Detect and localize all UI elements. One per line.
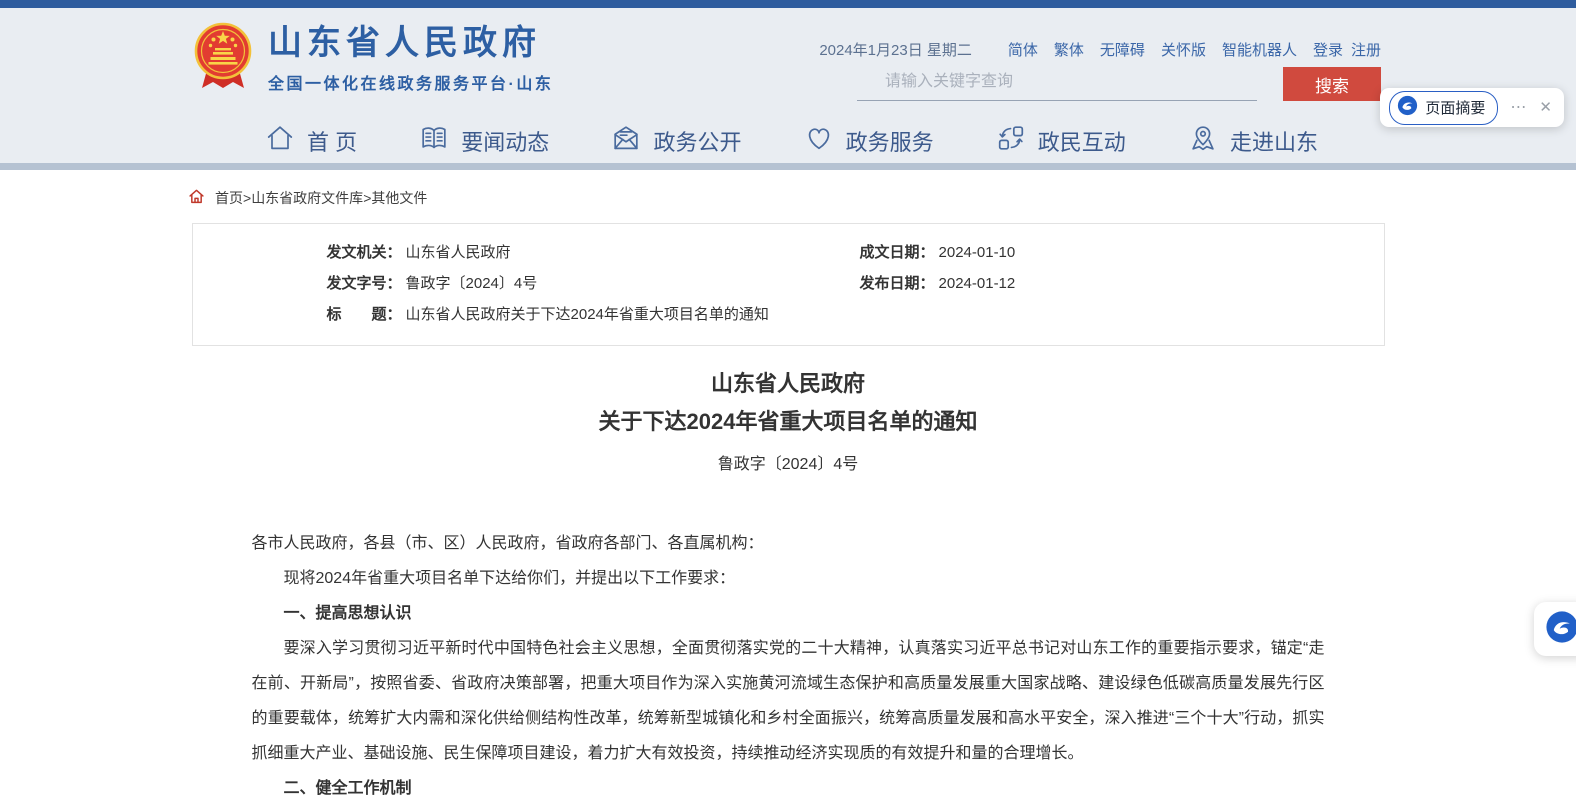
breadcrumb-item-library[interactable]: 山东省政府文件库 bbox=[251, 190, 363, 206]
link-login[interactable]: 登录 bbox=[1313, 39, 1343, 60]
nav-item-news[interactable]: 要闻动态 bbox=[418, 122, 549, 160]
salutation-paragraph: 各市人民政府，各县（市、区）人民政府，省政府各部门、各直属机构： bbox=[252, 526, 1325, 561]
home-icon bbox=[264, 122, 296, 160]
nav-item-about[interactable]: 走进山东 bbox=[1187, 122, 1318, 160]
site-subtitle: 全国一体化在线政务服务平台·山东 bbox=[268, 70, 553, 94]
breadcrumb-item-home[interactable]: 首页 bbox=[215, 190, 243, 206]
heart-icon bbox=[803, 122, 835, 160]
search-button[interactable]: 搜索 bbox=[1283, 67, 1381, 101]
breadcrumb: 首页>山东省政府文件库>其他文件 bbox=[188, 188, 1576, 208]
nav-item-label: 政务服务 bbox=[846, 125, 934, 157]
link-traditional[interactable]: 繁体 bbox=[1054, 39, 1084, 60]
national-emblem-logo bbox=[194, 22, 252, 95]
doc-title-label: 标 题： bbox=[327, 299, 402, 330]
link-register[interactable]: 注册 bbox=[1351, 39, 1381, 60]
more-options-icon[interactable]: ⋯ bbox=[1510, 100, 1527, 116]
assistant-logo-icon bbox=[1545, 610, 1576, 649]
site-title: 山东省人民政府 bbox=[268, 23, 553, 63]
page-summary-label: 页面摘要 bbox=[1425, 97, 1485, 118]
meta-row: 发文机关： 山东省人民政府 成文日期： 2024-01-10 bbox=[193, 237, 1384, 268]
nav-item-label: 政务公开 bbox=[653, 125, 741, 157]
written-date-value: 2024-01-10 bbox=[939, 237, 1016, 268]
map-pin-icon bbox=[1187, 122, 1219, 160]
doc-number-value: 鲁政字〔2024〕4号 bbox=[406, 268, 538, 299]
interaction-arrows-icon bbox=[995, 122, 1027, 160]
top-strip bbox=[0, 0, 1576, 8]
link-accessibility[interactable]: 无障碍 bbox=[1100, 39, 1145, 60]
search-bar: 搜索 bbox=[857, 67, 1381, 101]
issuing-org-label: 发文机关： bbox=[327, 237, 402, 268]
page-summary-button[interactable]: 页面摘要 bbox=[1389, 91, 1498, 125]
side-assistant-button[interactable] bbox=[1534, 602, 1576, 656]
nav-item-label: 要闻动态 bbox=[461, 125, 549, 157]
link-elderly-mode[interactable]: 关怀版 bbox=[1161, 39, 1206, 60]
document-title: 山东省人民政府 关于下达2024年省重大项目名单的通知 bbox=[0, 365, 1576, 441]
mail-icon bbox=[610, 122, 642, 160]
document-body: 各市人民政府，各县（市、区）人民政府，省政府各部门、各直属机构： 现将2024年… bbox=[252, 526, 1325, 806]
link-smart-robot[interactable]: 智能机器人 bbox=[1222, 39, 1297, 60]
issuing-org-value: 山东省人民政府 bbox=[406, 237, 511, 268]
header-utility-row: 2024年1月23日 星期二 简体 繁体 无障碍 关怀版 智能机器人 登录 注册 bbox=[819, 39, 1381, 60]
nav-item-disclosure[interactable]: 政务公开 bbox=[610, 122, 741, 160]
site-brand[interactable]: 山东省人民政府 全国一体化在线政务服务平台·山东 bbox=[194, 22, 553, 95]
breadcrumb-separator: > bbox=[243, 190, 251, 206]
doc-title-value: 山东省人民政府关于下达2024年省重大项目名单的通知 bbox=[406, 299, 769, 330]
meta-row: 发文字号： 鲁政字〔2024〕4号 发布日期： 2024-01-12 bbox=[193, 268, 1384, 299]
date-text: 2024年1月23日 星期二 bbox=[819, 39, 972, 60]
section-1-paragraph: 要深入学习贯彻习近平新时代中国特色社会主义思想，全面贯彻落实党的二十大精神，认真… bbox=[252, 631, 1325, 771]
header-divider-band bbox=[0, 163, 1576, 170]
search-input[interactable] bbox=[857, 67, 1257, 101]
publish-date-label: 发布日期： bbox=[860, 268, 935, 299]
nav-item-label: 走进山东 bbox=[1230, 125, 1318, 157]
publish-date-value: 2024-01-12 bbox=[939, 268, 1016, 299]
document-title-line1: 山东省人民政府 bbox=[0, 365, 1576, 403]
intro-paragraph: 现将2024年省重大项目名单下达给你们，并提出以下工作要求： bbox=[252, 561, 1325, 596]
nav-item-label: 首 页 bbox=[307, 125, 357, 157]
meta-row: 标 题： 山东省人民政府关于下达2024年省重大项目名单的通知 bbox=[193, 299, 1384, 330]
doc-number-label: 发文字号： bbox=[327, 268, 402, 299]
section-2-heading: 二、健全工作机制 bbox=[252, 771, 1325, 806]
document-meta-box: 发文机关： 山东省人民政府 成文日期： 2024-01-10 发文字号： 鲁政字… bbox=[192, 223, 1385, 346]
nav-item-label: 政民互动 bbox=[1038, 125, 1126, 157]
nav-item-services[interactable]: 政务服务 bbox=[803, 122, 934, 160]
nav-item-home[interactable]: 首 页 bbox=[264, 122, 357, 160]
nav-item-interaction[interactable]: 政民互动 bbox=[995, 122, 1126, 160]
document-title-line2: 关于下达2024年省重大项目名单的通知 bbox=[0, 403, 1576, 441]
site-header: 山东省人民政府 全国一体化在线政务服务平台·山东 2024年1月23日 星期二 … bbox=[0, 8, 1576, 163]
assistant-logo-icon bbox=[1397, 95, 1418, 121]
section-1-heading: 一、提高思想认识 bbox=[252, 596, 1325, 631]
breadcrumb-item-other[interactable]: 其他文件 bbox=[371, 190, 427, 206]
document-number: 鲁政字〔2024〕4号 bbox=[0, 450, 1576, 474]
breadcrumb-home-icon bbox=[188, 188, 205, 208]
link-simplified[interactable]: 简体 bbox=[1008, 39, 1038, 60]
news-book-icon bbox=[418, 122, 450, 160]
close-icon[interactable]: ✕ bbox=[1539, 100, 1552, 115]
page-summary-widget: 页面摘要 ⋯ ✕ bbox=[1380, 88, 1564, 127]
main-nav: 首 页 要闻动态 政务公开 bbox=[264, 118, 1318, 164]
written-date-label: 成文日期： bbox=[860, 237, 935, 268]
